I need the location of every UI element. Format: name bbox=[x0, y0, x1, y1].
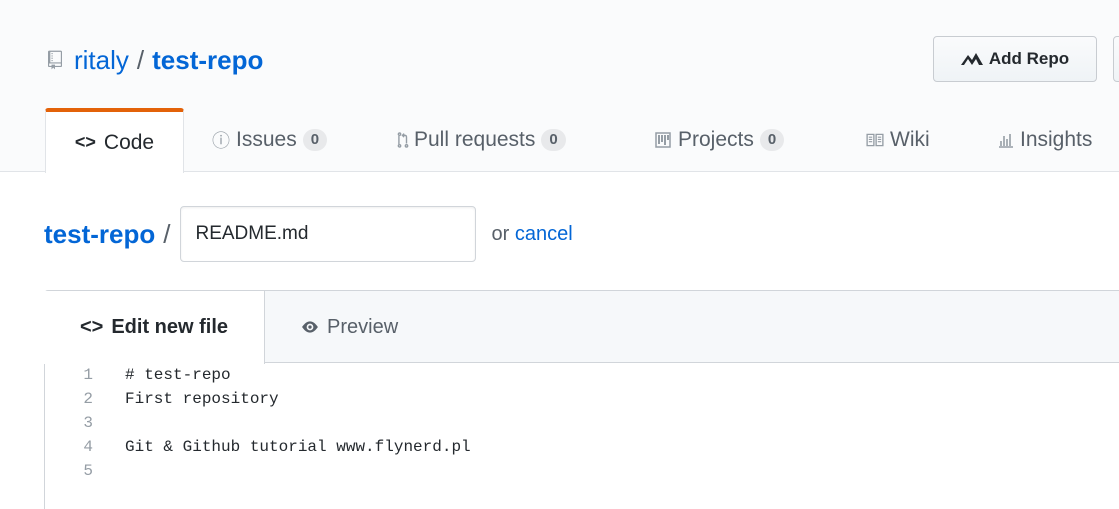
tab-insights-label: Insights bbox=[1020, 128, 1093, 151]
line-number: 2 bbox=[83, 390, 93, 408]
tab-code[interactable]: <> Code bbox=[45, 108, 184, 173]
file-editor: <> Edit new file Preview 1 # test-repo 2… bbox=[44, 290, 1119, 509]
repo-icon bbox=[48, 50, 62, 70]
tab-preview[interactable]: Preview bbox=[301, 291, 398, 363]
repo-header: ritaly / test-repo Add Repo <> Code ⓘ Is… bbox=[0, 0, 1119, 173]
editor-tabs: <> Edit new file Preview bbox=[44, 291, 1119, 364]
code-editor[interactable]: 1 # test-repo 2 First repository 3 4 Git… bbox=[45, 363, 1119, 483]
repo-title: ritaly / test-repo bbox=[48, 40, 263, 80]
code-line: 2 First repository bbox=[45, 387, 1119, 411]
file-path-bar: test-repo / or cancel bbox=[44, 206, 573, 262]
tab-code-label: Code bbox=[103, 130, 155, 154]
or-text: or bbox=[491, 222, 510, 245]
code-line: 3 bbox=[45, 411, 1119, 435]
code-icon: <> bbox=[74, 132, 96, 152]
tab-edit-new-file[interactable]: <> Edit new file bbox=[44, 291, 265, 364]
tab-issues[interactable]: ⓘ Issues 0 bbox=[212, 108, 328, 172]
pull-request-icon bbox=[397, 132, 409, 148]
tab-projects-label: Projects bbox=[678, 128, 754, 151]
repo-nav: <> Code ⓘ Issues 0 Pull requests 0 Proje… bbox=[0, 108, 1119, 173]
tab-preview-label: Preview bbox=[327, 315, 399, 338]
code-line: 1 # test-repo bbox=[45, 363, 1119, 387]
repo-owner-link[interactable]: ritaly bbox=[74, 45, 129, 76]
line-number: 3 bbox=[83, 414, 93, 432]
tab-wiki-label: Wiki bbox=[890, 128, 930, 151]
book-icon bbox=[866, 133, 884, 147]
filename-input[interactable] bbox=[180, 206, 477, 262]
or-cancel-text: or cancel bbox=[491, 223, 572, 246]
eye-icon bbox=[302, 321, 318, 333]
projects-counter: 0 bbox=[759, 129, 785, 151]
tab-pull-requests[interactable]: Pull requests 0 bbox=[396, 108, 566, 172]
tab-wiki[interactable]: Wiki bbox=[866, 108, 930, 172]
add-repo-label: Add Repo bbox=[988, 49, 1070, 68]
breadcrumb-repo-link[interactable]: test-repo bbox=[44, 219, 155, 250]
breadcrumb-separator: / bbox=[163, 218, 171, 249]
line-content: Git & Github tutorial www.flynerd.pl bbox=[125, 438, 471, 456]
code-line: 5 bbox=[45, 459, 1119, 483]
line-number: 1 bbox=[83, 366, 93, 384]
tab-projects[interactable]: Projects 0 bbox=[654, 108, 785, 172]
tab-insights[interactable]: Insights bbox=[998, 108, 1092, 172]
line-content: First repository bbox=[125, 390, 279, 408]
pull-requests-counter: 0 bbox=[541, 129, 566, 151]
line-content: # test-repo bbox=[125, 366, 231, 384]
repo-name-link[interactable]: test-repo bbox=[152, 45, 263, 76]
add-repo-button[interactable]: Add Repo bbox=[933, 36, 1097, 82]
tab-issues-label: Issues bbox=[236, 128, 297, 151]
line-number: 4 bbox=[83, 438, 93, 456]
tab-edit-label: Edit new file bbox=[111, 316, 229, 338]
line-number: 5 bbox=[83, 462, 93, 480]
code-line: 4 Git & Github tutorial www.flynerd.pl bbox=[45, 435, 1119, 459]
header-action-button[interactable] bbox=[1113, 36, 1119, 82]
repo-title-separator: / bbox=[136, 44, 145, 75]
project-icon bbox=[655, 132, 671, 148]
code-icon: <> bbox=[79, 316, 104, 338]
mountain-logo-icon bbox=[960, 53, 983, 65]
cancel-link[interactable]: cancel bbox=[515, 223, 573, 245]
issues-counter: 0 bbox=[302, 129, 328, 151]
issue-icon: ⓘ bbox=[212, 131, 230, 151]
graph-icon bbox=[999, 134, 1013, 148]
tab-pull-requests-label: Pull requests bbox=[414, 128, 536, 151]
